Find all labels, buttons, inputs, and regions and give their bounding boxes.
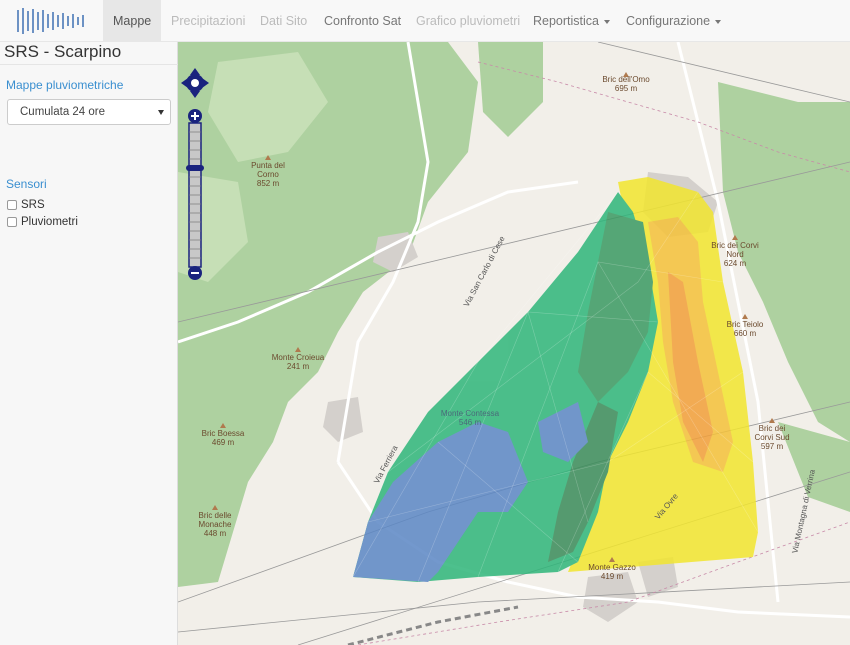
nav-reportistica-dropdown[interactable]: Reportistica xyxy=(523,0,620,42)
peak-marker-icon xyxy=(609,557,615,562)
map-type-select[interactable]: Cumulata 24 ore xyxy=(7,99,171,125)
top-navbar: Mappe Precipitazioni Dati Sito Confronto… xyxy=(0,0,850,42)
sensors-section-label: Sensori xyxy=(6,177,47,191)
map-label-bric-dell-omo: Bric dell'Omo 695 m xyxy=(602,75,650,93)
peak-marker-icon xyxy=(742,314,748,319)
map-label-monte-gazzo: Monte Gazzo 419 m xyxy=(588,563,636,581)
sensor-srs-checkbox[interactable] xyxy=(7,200,17,210)
map-basemap xyxy=(178,42,850,645)
nav-grafico-pluviometri[interactable]: Grafico pluviometri xyxy=(406,0,530,42)
nav-precipitazioni[interactable]: Precipitazioni xyxy=(161,0,255,42)
select-arrow-icon xyxy=(158,110,164,115)
peak-marker-icon xyxy=(265,155,271,160)
nav-mappe[interactable]: Mappe xyxy=(103,0,162,42)
sensor-pluviometri-checkbox[interactable] xyxy=(7,217,17,227)
map-label-bric-dei-corvi-nord: Bric dei Corvi Nord 624 m xyxy=(711,241,759,268)
caret-down-icon xyxy=(604,19,610,24)
zoom-out-icon[interactable] xyxy=(188,266,202,280)
nav-confronto-sat[interactable]: Confronto Sat xyxy=(314,0,411,42)
map-label-bric-boessa: Bric Boessa 469 m xyxy=(201,429,245,447)
map-label-bric-delle-monache: Bric delle Monache 448 m xyxy=(198,511,232,538)
nav-configurazione-dropdown[interactable]: Configurazione xyxy=(616,0,731,42)
title-divider xyxy=(0,64,178,65)
caret-down-icon xyxy=(715,19,722,24)
sensor-srs-label: SRS xyxy=(21,199,45,211)
sensor-srs-option[interactable]: SRS xyxy=(7,199,45,213)
zoom-in-icon[interactable] xyxy=(188,109,202,123)
map-label-bric-teiolo: Bric Teiolo 660 m xyxy=(726,320,764,338)
peak-marker-icon xyxy=(769,418,775,423)
maps-section-label: Mappe pluviometriche xyxy=(6,78,124,92)
map-label-monte-contessa: Monte Contessa 546 m xyxy=(440,409,500,427)
rain-gauge-logo-icon[interactable] xyxy=(14,6,88,36)
peak-marker-icon xyxy=(295,347,301,352)
map-label-punta-del-corno: Punta del Corno 852 m xyxy=(251,161,285,188)
map-label-bric-dei-corvi-sud: Bric dei Corvi Sud 597 m xyxy=(754,424,790,451)
sensor-pluviometri-label: Pluviometri xyxy=(21,216,78,228)
page-title: SRS - Scarpino xyxy=(4,42,122,61)
peak-marker-icon xyxy=(220,423,226,428)
nav-dati-sito[interactable]: Dati Sito xyxy=(250,0,317,42)
map-navigation-control xyxy=(181,68,209,280)
zoom-slider-handle[interactable] xyxy=(186,165,204,171)
map-type-select-value: Cumulata 24 ore xyxy=(20,106,106,118)
map-label-monte-croieua: Monte Croieua 241 m xyxy=(271,353,325,371)
pan-arrows-icon[interactable] xyxy=(181,68,209,98)
sensor-pluviometri-option[interactable]: Pluviometri xyxy=(7,216,78,230)
peak-marker-icon xyxy=(212,505,218,510)
sidebar: SRS - Scarpino Mappe pluviometriche Cumu… xyxy=(0,42,178,645)
map-canvas[interactable]: Bric dell'Omo 695 m Punta del Corno 852 m … xyxy=(178,42,850,645)
peak-marker-icon xyxy=(732,235,738,240)
